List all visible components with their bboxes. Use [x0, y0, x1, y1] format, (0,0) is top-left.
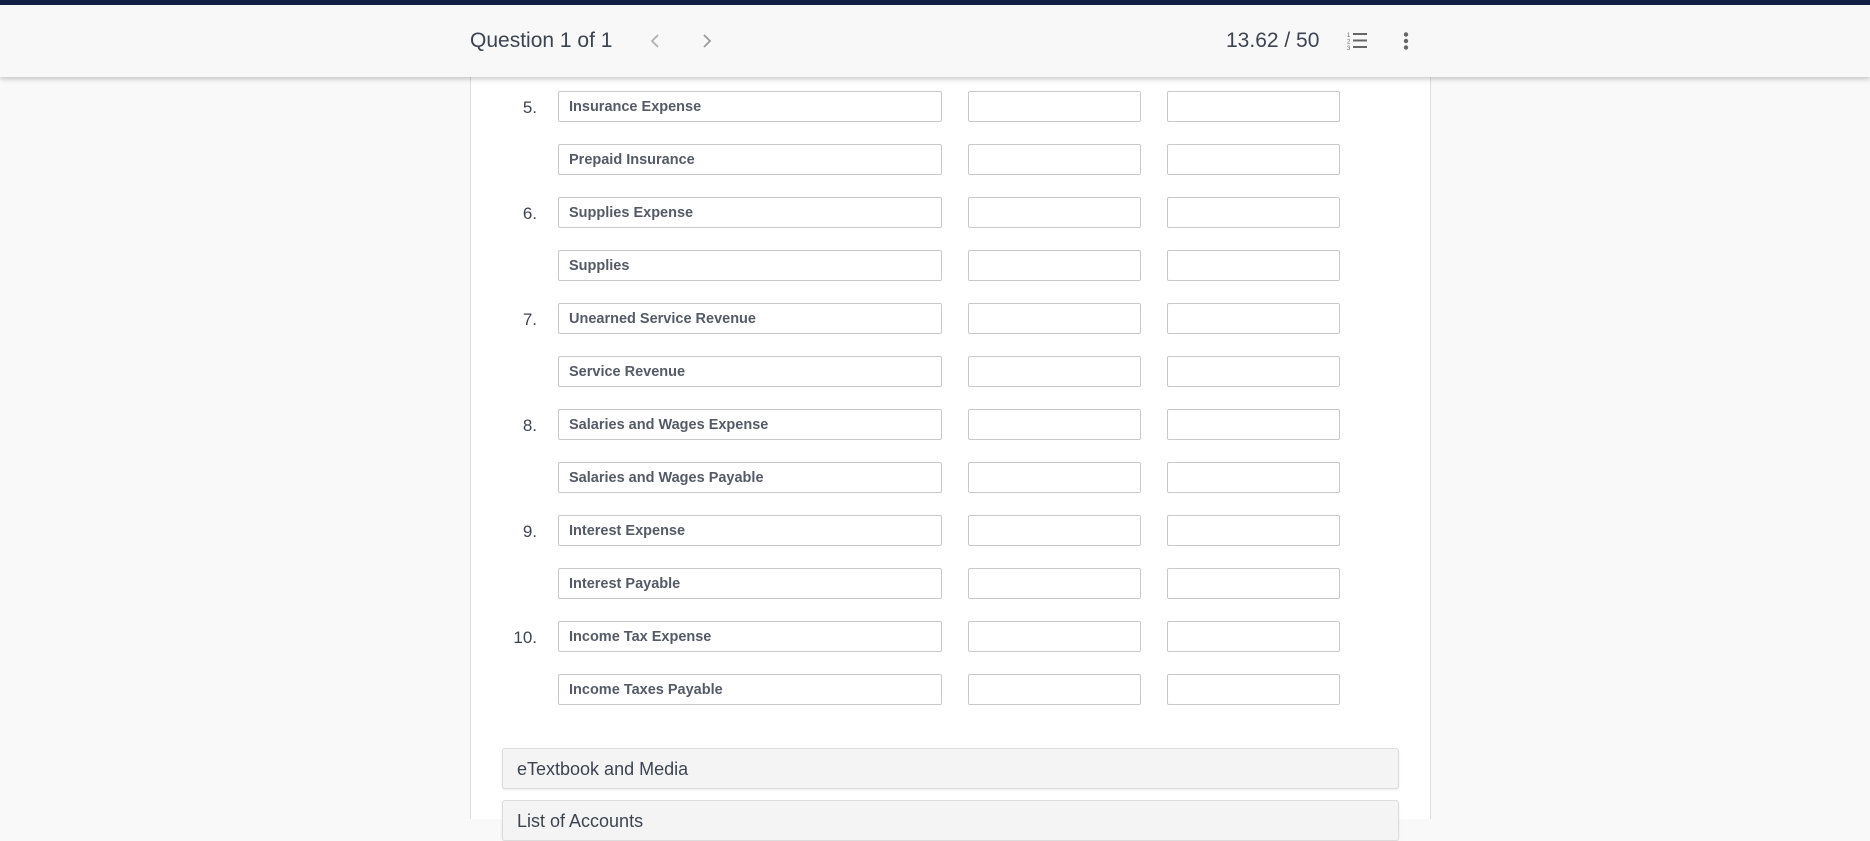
journal-entry-row: 7. [471, 303, 1430, 338]
debit-amount-input[interactable] [968, 568, 1141, 599]
journal-entry-row: 6. [471, 197, 1430, 232]
entry-number: 5. [522, 98, 537, 117]
credit-amount-input[interactable] [1167, 409, 1340, 440]
entry-number: 10. [513, 628, 537, 647]
journal-entry-row: 8. [471, 409, 1430, 444]
credit-amount-input[interactable] [1167, 144, 1340, 175]
account-title-input[interactable] [558, 409, 942, 440]
debit-amount-input[interactable] [968, 250, 1141, 281]
account-title-input[interactable] [558, 197, 942, 228]
svg-text:2: 2 [1347, 40, 1351, 46]
debit-amount-input[interactable] [968, 409, 1141, 440]
svg-text:1: 1 [1347, 33, 1351, 39]
credit-amount-input[interactable] [1167, 91, 1340, 122]
debit-amount-input[interactable] [968, 356, 1141, 387]
journal-entry-row: 5. [471, 91, 1430, 126]
credit-amount-input[interactable] [1167, 621, 1340, 652]
score-display: 13.62 / 50 [1226, 29, 1320, 52]
question-counter: Question 1 of 1 [470, 29, 613, 52]
account-title-input[interactable] [558, 144, 942, 175]
credit-amount-input[interactable] [1167, 197, 1340, 228]
credit-amount-input[interactable] [1167, 568, 1340, 599]
debit-amount-input[interactable] [968, 91, 1141, 122]
credit-amount-input[interactable] [1167, 356, 1340, 387]
chevron-left-icon [650, 34, 659, 48]
debit-amount-input[interactable] [968, 674, 1141, 705]
debit-amount-input[interactable] [968, 462, 1141, 493]
journal-entry-row [471, 144, 1430, 179]
debit-amount-input[interactable] [968, 197, 1141, 228]
journal-entry-row: 10. [471, 621, 1430, 656]
debit-amount-input[interactable] [968, 515, 1141, 546]
chevron-right-icon [703, 34, 712, 48]
debit-amount-input[interactable] [968, 144, 1141, 175]
question-list-button[interactable]: 1 2 3 [1344, 27, 1372, 55]
accordion-label: eTextbook and Media [517, 759, 689, 779]
journal-entry-row: 9. [471, 515, 1430, 550]
journal-entry-row [471, 250, 1430, 285]
previous-question-button[interactable] [643, 27, 667, 55]
journal-entry-row [471, 568, 1430, 603]
question-header: Question 1 of 1 13.62 / 50 1 2 3 [0, 5, 1870, 77]
accordion-label: List of Accounts [517, 811, 644, 831]
vertical-ellipsis-icon [1403, 32, 1409, 50]
debit-amount-input[interactable] [968, 621, 1141, 652]
account-title-input[interactable] [558, 515, 942, 546]
account-title-input[interactable] [558, 568, 942, 599]
list-of-accounts-accordion[interactable]: List of Accounts [502, 800, 1399, 841]
etextbook-media-accordion[interactable]: eTextbook and Media [502, 748, 1399, 789]
credit-amount-input[interactable] [1167, 250, 1340, 281]
journal-entry-row [471, 674, 1430, 709]
credit-amount-input[interactable] [1167, 303, 1340, 334]
entry-number: 9. [522, 522, 537, 541]
account-title-input[interactable] [558, 91, 942, 122]
credit-amount-input[interactable] [1167, 674, 1340, 705]
account-title-input[interactable] [558, 356, 942, 387]
entry-number: 6. [522, 204, 537, 223]
credit-amount-input[interactable] [1167, 515, 1340, 546]
debit-amount-input[interactable] [968, 303, 1141, 334]
more-options-button[interactable] [1392, 27, 1420, 55]
account-title-input[interactable] [558, 674, 942, 705]
journal-entry-row [471, 462, 1430, 497]
account-title-input[interactable] [558, 303, 942, 334]
account-title-input[interactable] [558, 462, 942, 493]
question-panel: 5. 6. 7. 8. 9. 10. eTextbook and Media List o… [470, 77, 1431, 841]
account-title-input[interactable] [558, 250, 942, 281]
entry-number: 7. [522, 310, 537, 329]
credit-amount-input[interactable] [1167, 462, 1340, 493]
entry-number: 8. [522, 416, 537, 435]
next-question-button[interactable] [695, 27, 719, 55]
account-title-input[interactable] [558, 621, 942, 652]
journal-entry-row [471, 356, 1430, 391]
numbered-list-icon: 1 2 3 [1347, 33, 1367, 51]
svg-text:3: 3 [1347, 46, 1351, 51]
